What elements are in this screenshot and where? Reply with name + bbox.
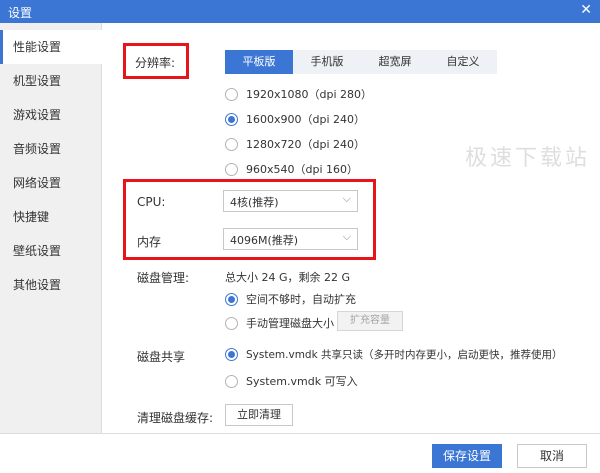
sidebar-item-model[interactable]: 机型设置 <box>0 64 102 98</box>
close-icon[interactable]: ✕ <box>580 2 592 18</box>
radio-checked-icon <box>225 348 238 361</box>
disk-summary: 总大小 24 G，剩余 22 G <box>225 271 351 284</box>
chevron-down-icon: ⌵ <box>342 230 351 243</box>
tab-ultrawide[interactable]: 超宽屏 <box>361 50 429 74</box>
settings-sidebar: 性能设置 机型设置 游戏设置 音频设置 网络设置 快捷键 壁纸设置 其他设置 <box>0 23 103 433</box>
resolution-option-1600[interactable]: 1600x900（dpi 240） <box>225 111 365 127</box>
radio-checked-icon <box>225 112 238 126</box>
sidebar-item-performance[interactable]: 性能设置 <box>0 30 103 64</box>
chevron-down-icon: ⌵ <box>342 192 351 205</box>
window-title: 设置 <box>8 6 33 20</box>
memory-label: 内存 <box>137 235 162 249</box>
radio-checked-icon <box>225 292 238 306</box>
disk-label: 磁盘管理: <box>137 271 190 285</box>
tab-custom[interactable]: 自定义 <box>429 50 497 74</box>
resolution-option-1920[interactable]: 1920x1080（dpi 280） <box>225 86 372 102</box>
disk-share-option-readonly[interactable]: System.vmdk 共享只读（多开时内存更小，启动更快，推荐使用） <box>225 347 563 362</box>
save-settings-button[interactable]: 保存设置 <box>432 444 502 468</box>
disk-option-manual[interactable]: 手动管理磁盘大小 <box>225 315 334 331</box>
tab-tablet[interactable]: 平板版 <box>225 50 293 74</box>
title-bar: 设置 ✕ <box>0 0 600 23</box>
clear-cache-button[interactable]: 立即清理 <box>225 404 293 426</box>
disk-share-label: 磁盘共享 <box>137 350 186 364</box>
radio-icon <box>225 374 238 388</box>
resolution-option-1280[interactable]: 1280x720（dpi 240） <box>225 136 365 152</box>
dialog-footer: 保存设置 取消 <box>0 433 600 473</box>
radio-icon <box>225 137 238 151</box>
cache-label: 清理磁盘缓存: <box>137 411 214 425</box>
watermark: 极速下载站 <box>465 146 591 171</box>
expand-capacity-button: 扩充容量 <box>337 311 403 331</box>
resolution-tabs: 平板版 手机版 超宽屏 自定义 <box>225 50 497 74</box>
sidebar-item-game[interactable]: 游戏设置 <box>0 98 102 132</box>
sidebar-item-audio[interactable]: 音频设置 <box>0 132 102 166</box>
cpu-select[interactable]: 4核(推荐) ⌵ <box>223 190 358 212</box>
disk-option-auto[interactable]: 空间不够时，自动扩充 <box>225 291 356 307</box>
disk-share-option-writable[interactable]: System.vmdk 可写入 <box>225 373 358 389</box>
sidebar-item-other[interactable]: 其他设置 <box>0 268 102 302</box>
sidebar-item-wallpaper[interactable]: 壁纸设置 <box>0 234 102 268</box>
resolution-label: 分辨率: <box>135 56 176 70</box>
radio-icon <box>225 162 238 176</box>
resolution-option-960[interactable]: 960x540（dpi 160） <box>225 161 358 177</box>
sidebar-item-shortcuts[interactable]: 快捷键 <box>0 200 102 234</box>
memory-select[interactable]: 4096M(推荐) ⌵ <box>223 228 358 250</box>
cpu-label: CPU: <box>137 195 166 209</box>
sidebar-item-network[interactable]: 网络设置 <box>0 166 102 200</box>
radio-icon <box>225 316 238 330</box>
radio-icon <box>225 87 238 101</box>
settings-panel: 分辨率: 平板版 手机版 超宽屏 自定义 1920x1080（dpi 280） … <box>103 23 600 433</box>
tab-phone[interactable]: 手机版 <box>293 50 361 74</box>
cancel-button[interactable]: 取消 <box>517 444 587 468</box>
